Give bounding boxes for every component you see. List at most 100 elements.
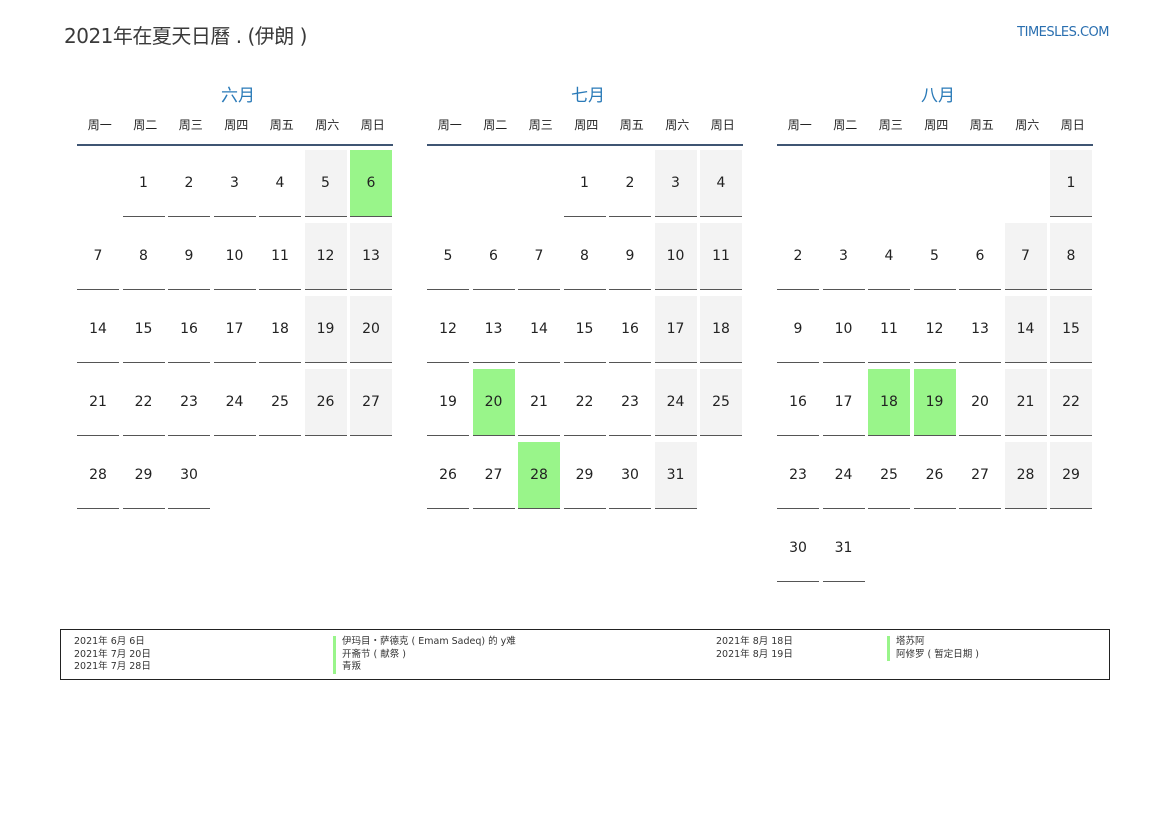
legend-date: 2021年 7月 20日 — [74, 648, 151, 660]
day-cell: 7 — [518, 223, 560, 290]
weekday-label: 周一 — [437, 118, 462, 132]
legend-event: 青叛 — [333, 661, 516, 674]
day-cell: 30 — [777, 515, 819, 582]
day-cell: 20 — [350, 296, 392, 363]
day-cell: 23 — [609, 369, 651, 436]
weekday-label: 周日 — [710, 118, 735, 132]
day-cell: 5 — [913, 223, 956, 290]
day-cell: 31 — [822, 515, 865, 582]
day-cell: 11 — [868, 296, 910, 363]
legend-event: 塔苏阿 — [887, 636, 979, 649]
weekday-label: 周三 — [178, 118, 203, 132]
day-cell: 26 — [427, 442, 469, 509]
day-cell: 26 — [304, 369, 347, 436]
day-cell: 17 — [654, 296, 697, 363]
weekday-label: 周日 — [1060, 118, 1085, 132]
weekday-label: 周二 — [483, 118, 508, 132]
day-cell: 20 — [959, 369, 1001, 436]
day-cell: 26 — [913, 442, 956, 509]
day-cell: 29 — [122, 442, 165, 509]
day-cell: 11 — [700, 223, 742, 290]
weekday-label: 周日 — [360, 118, 385, 132]
day-cell: 16 — [777, 369, 819, 436]
legend-right-dates: 2021年 8月 18日 2021年 8月 19日 — [716, 636, 793, 661]
day-cell: 1 — [563, 150, 606, 217]
day-cell: 29 — [1050, 442, 1092, 509]
day-cell: 11 — [259, 223, 301, 290]
holiday-day-cell: 18 — [868, 369, 910, 436]
day-cell: 2 — [609, 150, 651, 217]
day-cell: 15 — [563, 296, 606, 363]
day-cell: 1 — [122, 150, 165, 217]
holiday-day-cell: 6 — [350, 150, 392, 217]
day-cell: 25 — [700, 369, 742, 436]
day-cell: 22 — [1050, 369, 1092, 436]
day-cell: 17 — [822, 369, 865, 436]
weekday-label: 周一 — [787, 118, 812, 132]
day-cell: 15 — [122, 296, 165, 363]
day-cell: 23 — [168, 369, 210, 436]
day-cell: 27 — [350, 369, 392, 436]
day-cell: 21 — [1004, 369, 1047, 436]
weekday-label: 周四 — [924, 118, 949, 132]
weekday-label: 周五 — [269, 118, 294, 132]
day-cell: 9 — [168, 223, 210, 290]
weekday-header: 周一 周二 周三 周四 周五 周六 周日 — [77, 116, 397, 138]
day-cell: 4 — [868, 223, 910, 290]
brand-link[interactable]: TIMESLES.COM — [1017, 25, 1109, 40]
day-cell: 2 — [777, 223, 819, 290]
legend-left-events: 伊玛目・萨德克 ( Emam Sadeq) 的 y难 开斋节 ( 献祭 ) 青叛 — [333, 636, 516, 674]
day-cell: 13 — [350, 223, 392, 290]
header-rule — [427, 144, 743, 146]
day-cell: 30 — [609, 442, 651, 509]
day-cell: 12 — [304, 223, 347, 290]
day-cell: 30 — [168, 442, 210, 509]
weekday-label: 周一 — [87, 118, 112, 132]
day-cell: 4 — [700, 150, 742, 217]
legend-event: 阿修罗 ( 暂定日期 ) — [887, 648, 979, 661]
day-cell: 12 — [913, 296, 956, 363]
legend-date: 2021年 8月 18日 — [716, 636, 793, 647]
day-cell: 25 — [259, 369, 301, 436]
day-cell: 9 — [609, 223, 651, 290]
weekday-label: 周四 — [574, 118, 599, 132]
weekday-label: 周五 — [969, 118, 994, 132]
day-cell: 3 — [654, 150, 697, 217]
weekday-header: 周一 周二 周三 周四 周五 周六 周日 — [427, 116, 747, 138]
holiday-legend: 2021年 6月 6日 2021年 7月 20日 2021年 7月 28日 伊玛… — [60, 629, 1110, 680]
day-cell: 9 — [777, 296, 819, 363]
day-cell: 24 — [822, 442, 865, 509]
day-cell: 13 — [472, 296, 515, 363]
day-cell: 3 — [822, 223, 865, 290]
day-cell: 21 — [518, 369, 560, 436]
day-cell: 14 — [77, 296, 119, 363]
day-cell: 7 — [77, 223, 119, 290]
holiday-day-cell: 19 — [913, 369, 956, 436]
day-cell: 22 — [122, 369, 165, 436]
day-cell: 10 — [654, 223, 697, 290]
day-cell: 6 — [959, 223, 1001, 290]
day-cell: 24 — [654, 369, 697, 436]
day-cell: 23 — [777, 442, 819, 509]
month-calendar: 七月 周一 周二 周三 周四 周五 周六 周日 1 2 3 4 5 6 7 8 9 10 11 12 13 14 15 16 1… — [427, 84, 747, 509]
day-cell: 8 — [563, 223, 606, 290]
day-cell: 18 — [259, 296, 301, 363]
day-cell: 16 — [168, 296, 210, 363]
day-cell: 16 — [609, 296, 651, 363]
legend-event: 开斋节 ( 献祭 ) — [333, 648, 516, 661]
day-cell: 8 — [122, 223, 165, 290]
weekday-header: 周一 周二 周三 周四 周五 周六 周日 — [777, 116, 1097, 138]
weekday-label: 周二 — [133, 118, 158, 132]
header-rule — [77, 144, 393, 146]
day-cell: 12 — [427, 296, 469, 363]
day-cell: 4 — [259, 150, 301, 217]
weekday-label: 周二 — [833, 118, 858, 132]
month-calendar: 八月 周一 周二 周三 周四 周五 周六 周日 1 2 3 4 5 6 7 8 9 10 11 12 13 14 15 16 1… — [777, 84, 1097, 582]
day-cell: 22 — [563, 369, 606, 436]
day-cell: 5 — [304, 150, 347, 217]
day-cell: 15 — [1050, 296, 1092, 363]
holiday-day-cell: 28 — [518, 442, 560, 509]
day-cell: 25 — [868, 442, 910, 509]
day-cell: 27 — [472, 442, 515, 509]
month-name: 六月 — [221, 86, 255, 106]
